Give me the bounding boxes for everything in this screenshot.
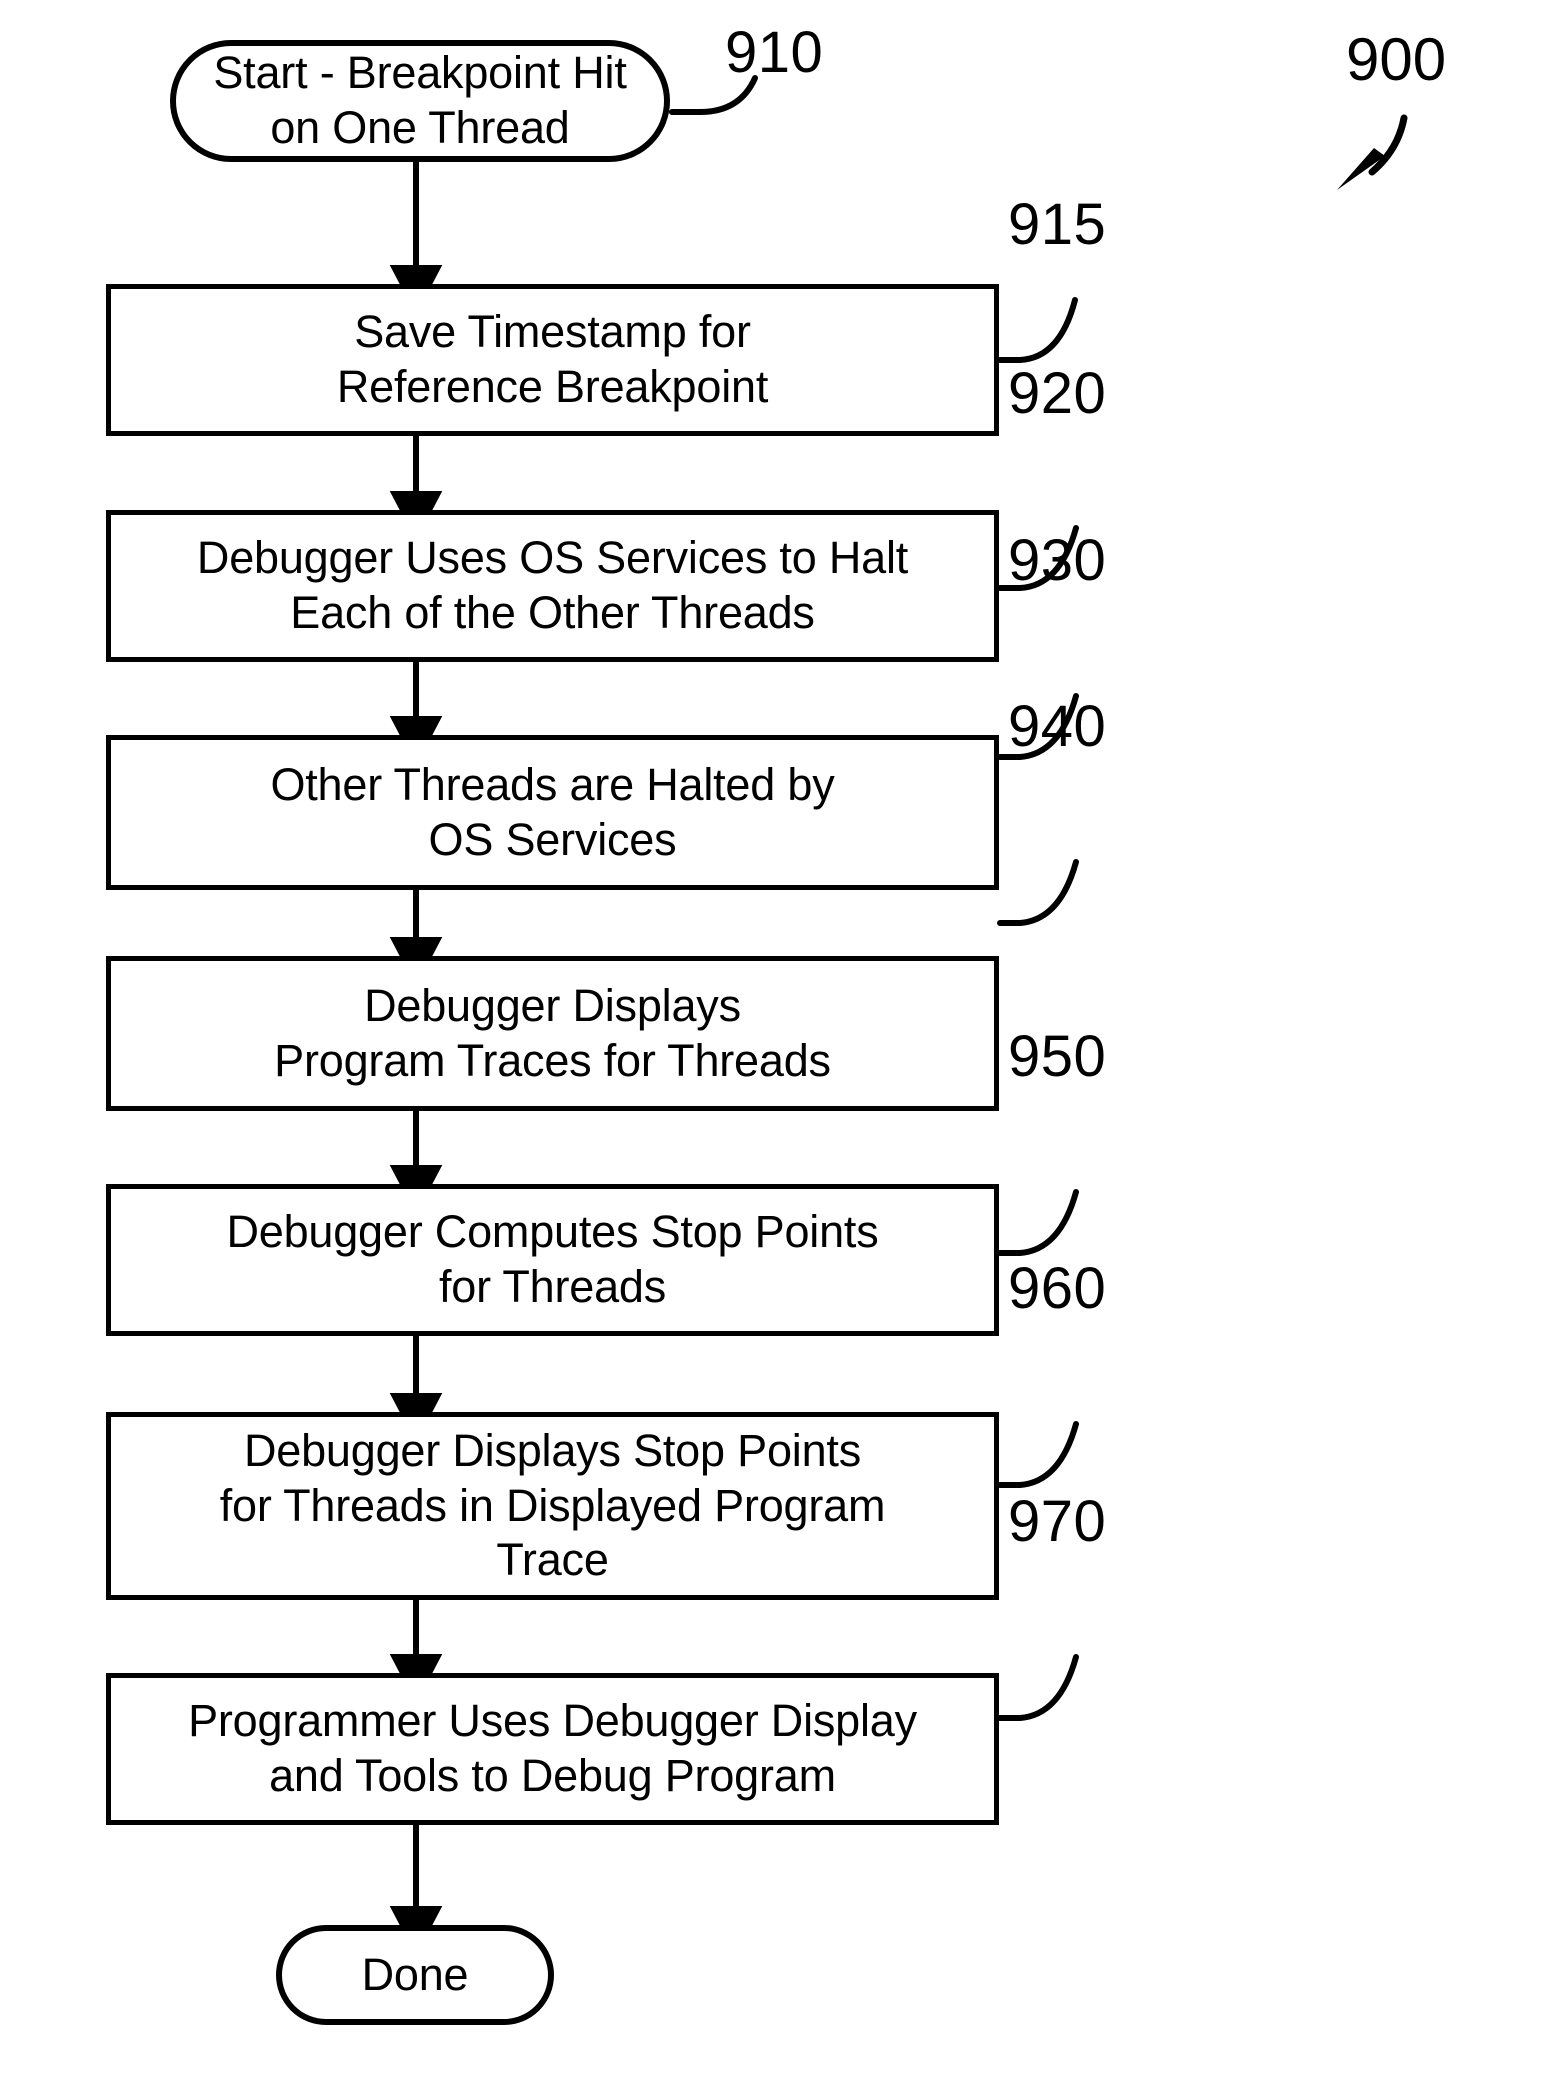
node-programmer-debug-label: Programmer Uses Debugger Display and Too… [188, 1695, 917, 1801]
leader-line-915 [997, 297, 1078, 363]
node-threads-halted: Other Threads are Halted by OS Services [106, 735, 999, 890]
ref-numeral-920: 920 [1008, 365, 1106, 423]
ref-numeral-910-text: 910 [725, 20, 824, 85]
node-halt-threads: Debugger Uses OS Services to Halt Each o… [106, 510, 999, 662]
figure-numeral-900: 900 [1346, 30, 1446, 90]
ref-numeral-920-text: 920 [1008, 361, 1107, 426]
patent-flowchart-figure: Start - Breakpoint Hit on One Thread Sav… [0, 0, 1541, 2092]
ref-numeral-915-text: 915 [1008, 192, 1107, 257]
figure-numeral-900-text: 900 [1346, 26, 1447, 93]
leader-line-970 [997, 1654, 1079, 1721]
node-threads-halted-label: Other Threads are Halted by OS Services [270, 758, 835, 865]
leader-line-940 [997, 859, 1079, 926]
ref-numeral-970: 970 [1008, 1493, 1106, 1551]
ref-numeral-950: 950 [1008, 1028, 1106, 1086]
node-start-label: Start - Breakpoint Hit on One Thread [213, 47, 627, 153]
figure-pointer-arrow [1337, 114, 1408, 190]
ref-numeral-930-text: 930 [1008, 528, 1107, 593]
ref-numeral-950-text: 950 [1008, 1024, 1107, 1089]
ref-numeral-970-text: 970 [1008, 1489, 1107, 1554]
node-start-breakpoint-hit: Start - Breakpoint Hit on One Thread [170, 40, 670, 162]
ref-numeral-910: 910 [725, 24, 823, 82]
node-done-label: Done [361, 1948, 469, 2000]
node-save-timestamp: Save Timestamp for Reference Breakpoint [106, 284, 999, 436]
node-display-traces-label: Debugger Displays Program Traces for Thr… [274, 979, 831, 1086]
node-display-traces: Debugger Displays Program Traces for Thr… [106, 956, 999, 1111]
leader-line-960 [997, 1421, 1079, 1488]
ref-numeral-960-text: 960 [1008, 1256, 1107, 1321]
ref-numeral-940: 940 [1008, 698, 1106, 756]
ref-numeral-930: 930 [1008, 532, 1106, 590]
node-halt-threads-label: Debugger Uses OS Services to Halt Each o… [196, 532, 909, 638]
ref-numeral-960: 960 [1008, 1260, 1106, 1318]
node-compute-stop-points: Debugger Computes Stop Points for Thread… [106, 1184, 999, 1336]
node-done: Done [276, 1925, 554, 2025]
node-save-timestamp-label: Save Timestamp for Reference Breakpoint [336, 306, 769, 412]
ref-numeral-915: 915 [1008, 196, 1106, 254]
node-compute-stop-points-label: Debugger Computes Stop Points for Thread… [226, 1206, 879, 1312]
node-programmer-debug: Programmer Uses Debugger Display and Too… [106, 1673, 999, 1825]
leader-line-950 [997, 1189, 1079, 1256]
ref-numeral-940-text: 940 [1008, 694, 1107, 759]
node-display-stop-points: Debugger Displays Stop Points for Thread… [106, 1412, 999, 1600]
node-display-stop-points-label: Debugger Displays Stop Points for Thread… [219, 1424, 886, 1586]
